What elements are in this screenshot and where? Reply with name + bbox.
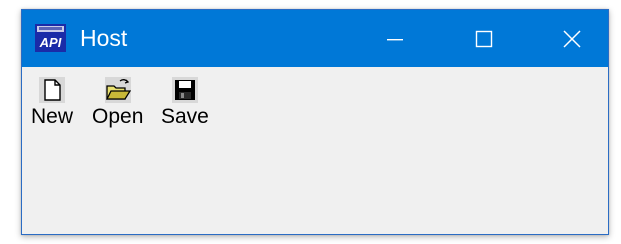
desktop-background: API Host New Open Save bbox=[0, 0, 621, 244]
app-icon-label: API bbox=[39, 35, 62, 50]
open-folder-icon bbox=[104, 77, 131, 103]
maximize-button[interactable] bbox=[445, 10, 523, 67]
minimize-icon bbox=[387, 38, 403, 40]
open-button-label: Open bbox=[92, 105, 144, 128]
new-button-label: New bbox=[31, 105, 74, 128]
title-bar[interactable]: API Host bbox=[22, 10, 608, 67]
maximize-icon bbox=[475, 30, 493, 47]
new-button[interactable]: New bbox=[31, 77, 73, 129]
client-area[interactable] bbox=[22, 145, 608, 234]
toolbar: New Open Save bbox=[22, 67, 608, 145]
save-button[interactable]: Save bbox=[161, 77, 209, 129]
floppy-disk-icon bbox=[171, 77, 198, 103]
host-window: API Host New Open Save bbox=[21, 9, 609, 235]
save-button-label: Save bbox=[161, 105, 209, 128]
window-title: Host bbox=[80, 25, 128, 51]
new-document-icon bbox=[39, 77, 65, 103]
api-icon: API bbox=[35, 24, 66, 52]
minimize-button[interactable] bbox=[356, 10, 434, 67]
close-button[interactable] bbox=[534, 10, 610, 67]
open-button[interactable]: Open bbox=[92, 77, 143, 129]
close-icon bbox=[563, 29, 581, 48]
